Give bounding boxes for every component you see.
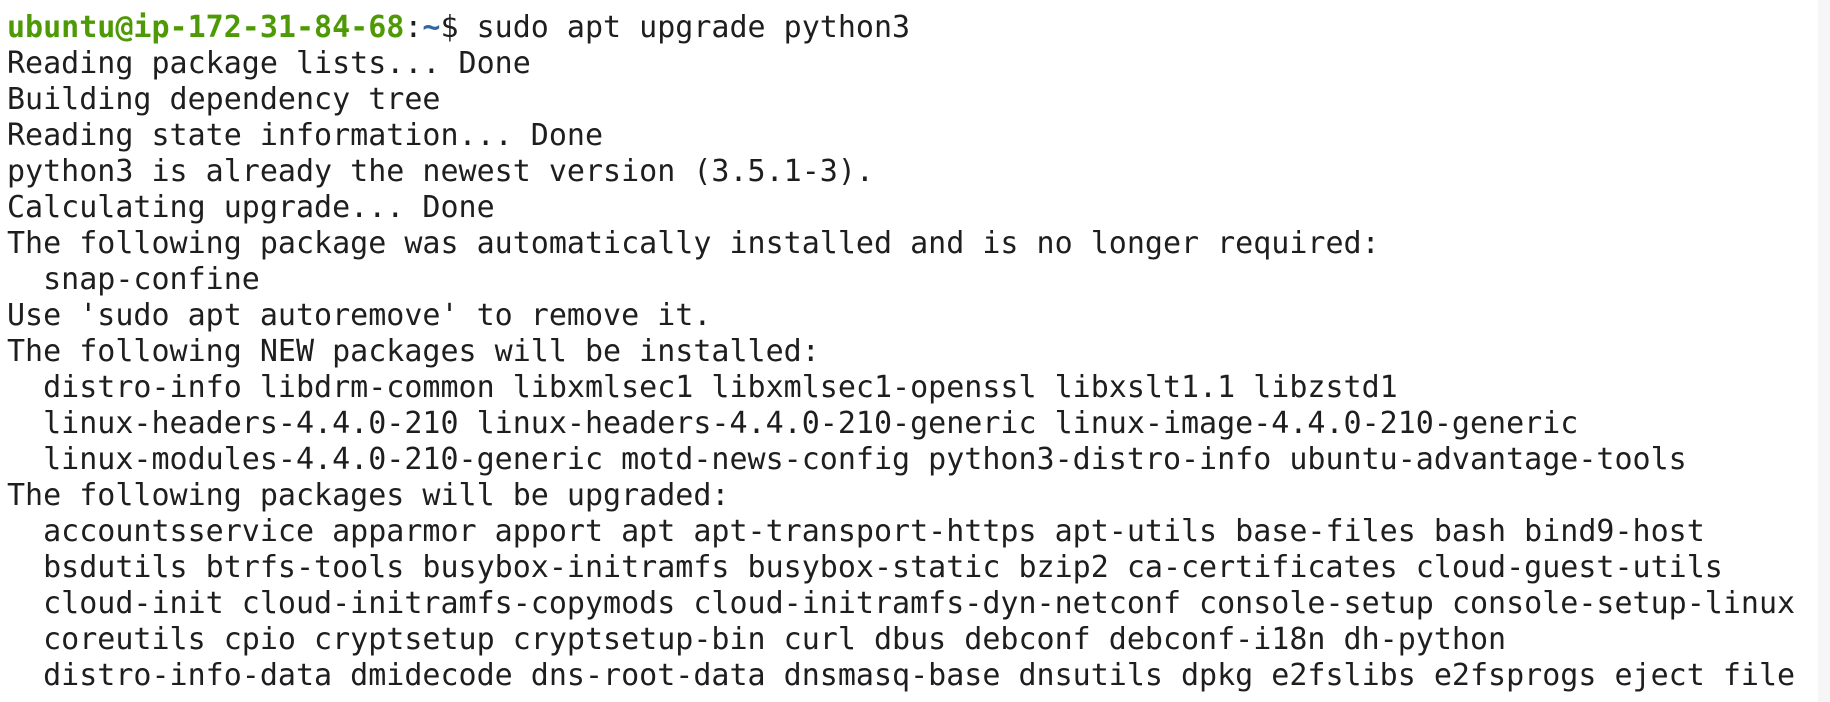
output-line: distro-info libdrm-common libxmlsec1 lib…	[7, 370, 1398, 405]
output-line: cloud-init cloud-initramfs-copymods clou…	[7, 586, 1796, 621]
prompt-line: ubuntu@ip-172-31-84-68:~$ sudo apt upgra…	[7, 10, 1830, 46]
output-line: Calculating upgrade... Done	[7, 190, 495, 225]
output-line: linux-headers-4.4.0-210 linux-headers-4.…	[7, 406, 1579, 441]
prompt-user-host: ubuntu@ip-172-31-84-68	[7, 10, 405, 45]
output-line: Reading state information... Done	[7, 118, 604, 153]
output-line: Building dependency tree	[7, 82, 441, 117]
prompt-path: ~	[422, 10, 441, 45]
output-line: Reading package lists... Done	[7, 46, 531, 81]
output-line: The following NEW packages will be insta…	[7, 334, 820, 369]
output-line: distro-info-data dmidecode dns-root-data…	[7, 658, 1796, 693]
output-line: python3 is already the newest version (3…	[7, 154, 874, 189]
prompt-command: sudo apt upgrade python3	[458, 10, 911, 45]
output-line: coreutils cpio cryptsetup cryptsetup-bin…	[7, 622, 1507, 657]
output-line: linux-modules-4.4.0-210-generic motd-new…	[7, 442, 1687, 477]
output-line: bsdutils btrfs-tools busybox-initramfs b…	[7, 550, 1723, 585]
prompt-separator: :	[404, 10, 423, 45]
scrollbar[interactable]	[1818, 0, 1830, 702]
output-line: Use 'sudo apt autoremove' to remove it.	[7, 298, 712, 333]
terminal-window[interactable]: ubuntu@ip-172-31-84-68:~$ sudo apt upgra…	[0, 0, 1830, 702]
output-line: The following package was automatically …	[7, 226, 1380, 261]
output-line: snap-confine	[7, 262, 260, 297]
output-line: accountsservice apparmor apport apt apt-…	[7, 514, 1705, 549]
output-line: The following packages will be upgraded:	[7, 478, 730, 513]
prompt-symbol: $	[440, 10, 459, 45]
